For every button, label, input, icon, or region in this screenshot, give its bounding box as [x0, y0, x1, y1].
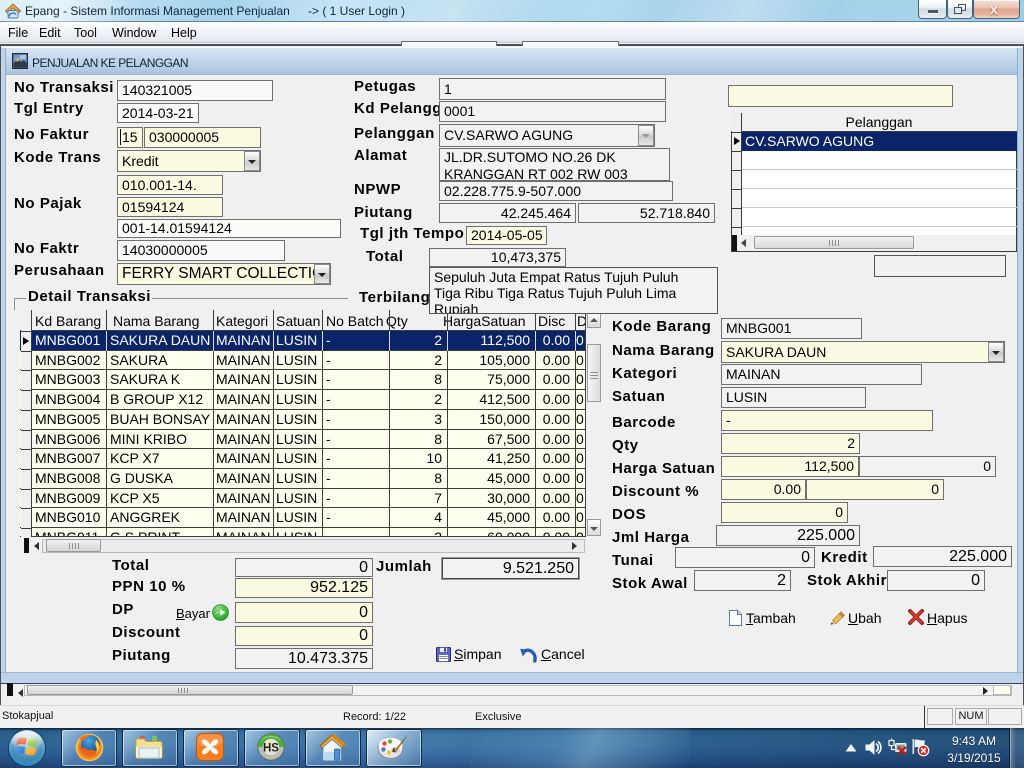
svg-text:HS: HS: [263, 742, 279, 754]
